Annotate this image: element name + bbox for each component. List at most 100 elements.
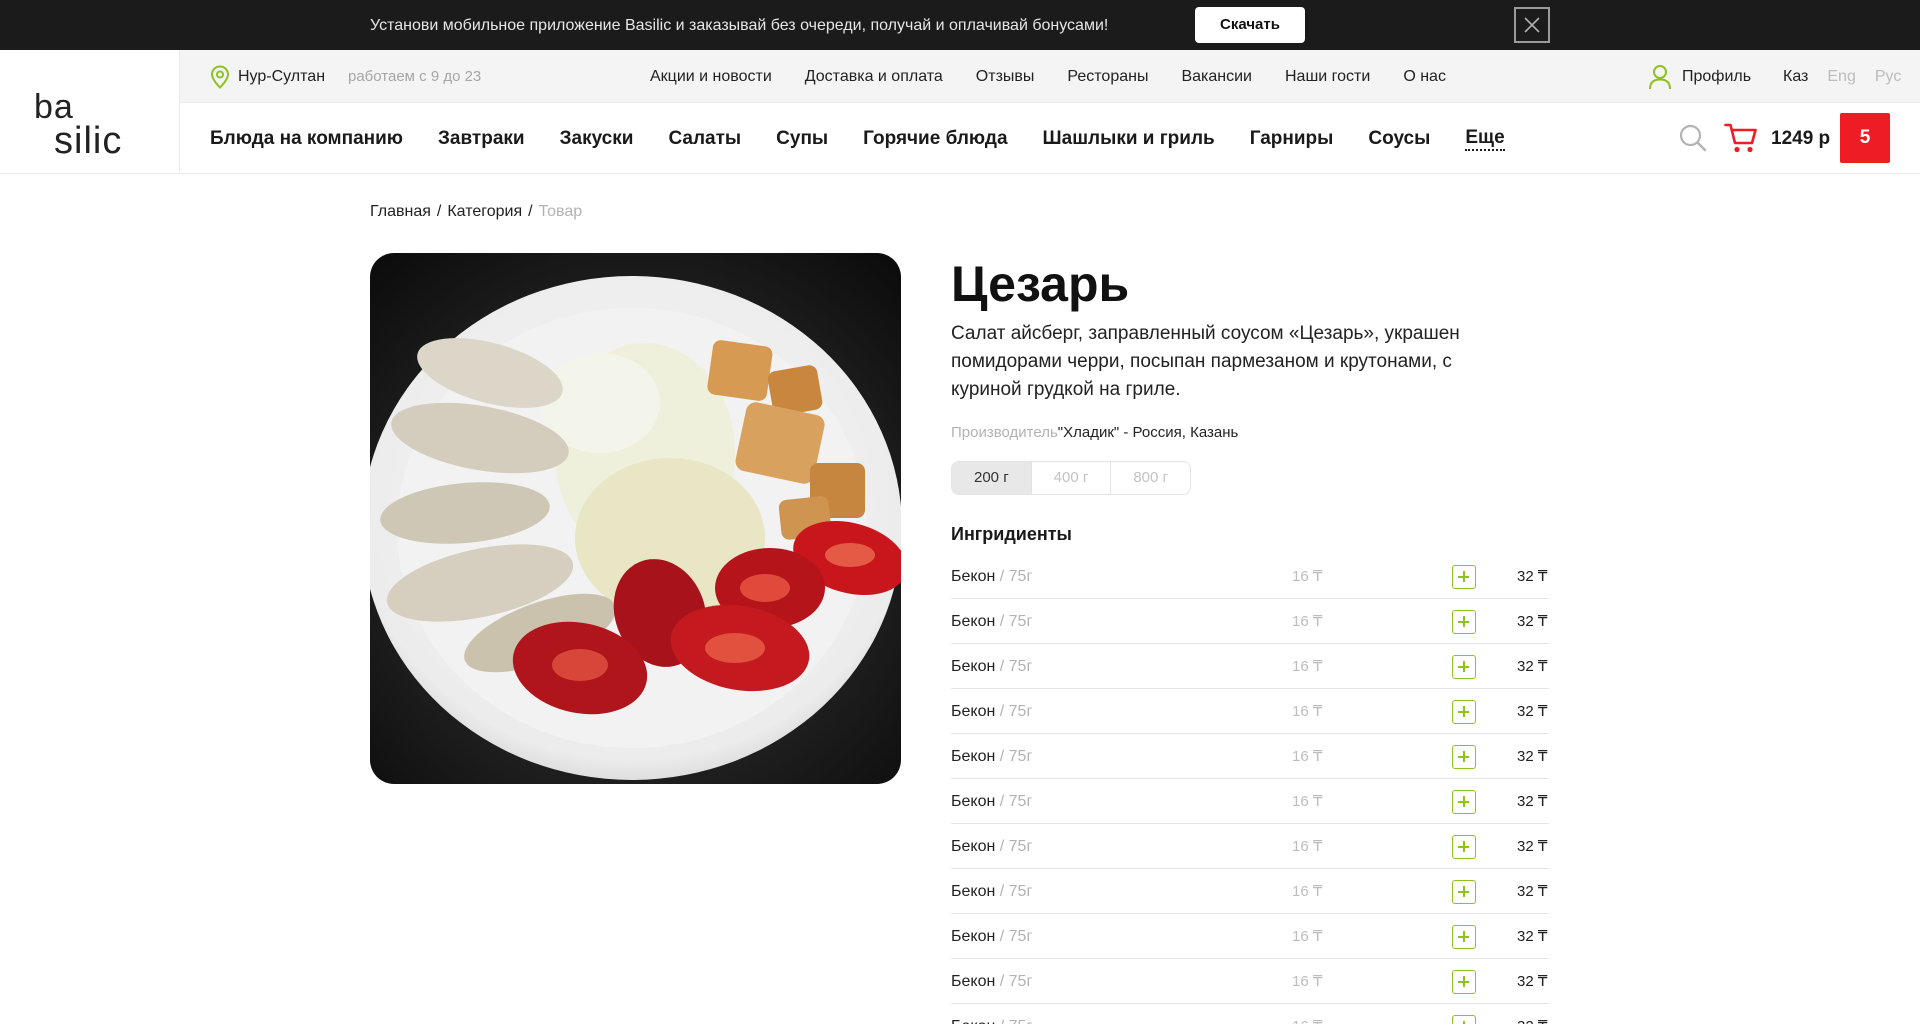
category-snacks[interactable]: Закуски (560, 128, 634, 150)
maker-label: Производитель (951, 424, 1058, 441)
add-ingredient-button[interactable] (1452, 655, 1476, 679)
ingredient-row: Бекон / 75г 16 ₸ 32 ₸ (951, 914, 1549, 959)
profile-link[interactable]: Профиль (1648, 50, 1751, 103)
add-ingredient-button[interactable] (1452, 970, 1476, 994)
ingredient-row: Бекон / 75г 16 ₸ 32 ₸ (951, 779, 1549, 824)
ingredient-row: Бекон / 75г 16 ₸ 32 ₸ (951, 689, 1549, 734)
breadcrumb-category[interactable]: Категория (447, 203, 522, 221)
ingredient-name: Бекон / 75г (951, 644, 1032, 689)
ingredient-unit-price: 16 ₸ (1292, 973, 1323, 990)
ingredient-unit-price: 16 ₸ (1292, 928, 1323, 945)
logo-text-top: ba (34, 88, 74, 126)
ingredient-total-price: 32 ₸ (1517, 793, 1548, 810)
category-salads[interactable]: Салаты (668, 128, 741, 150)
close-icon (1524, 17, 1540, 33)
weight-option-800[interactable]: 800 г (1111, 462, 1190, 494)
download-app-button[interactable]: Скачать (1195, 7, 1305, 43)
product-title: Цезарь (951, 256, 1130, 312)
site-logo[interactable]: ba silic (0, 50, 180, 174)
category-grill[interactable]: Шашлыки и гриль (1043, 128, 1215, 150)
add-ingredient-button[interactable] (1452, 880, 1476, 904)
category-party-dishes[interactable]: Блюда на компанию (210, 128, 403, 150)
ingredient-unit-price: 16 ₸ (1292, 883, 1323, 900)
breadcrumb: Главная / Категория / Товар (370, 203, 582, 221)
category-sauces[interactable]: Соусы (1368, 128, 1430, 150)
profile-label: Профиль (1682, 67, 1752, 85)
ingredient-total-price: 32 ₸ (1517, 1004, 1547, 1024)
add-ingredient-button[interactable] (1452, 835, 1476, 859)
ingredient-label: Бекон (951, 658, 996, 675)
ingredient-total-price: 32 ₸ (1517, 568, 1548, 585)
cart-total[interactable]: 1249 р (1771, 103, 1830, 174)
promo-text: Установи мобильное приложение Basilic и … (370, 17, 1109, 34)
ingredient-name: Бекон / 75г (951, 599, 1032, 644)
nav-link-promotions[interactable]: Акции и новости (650, 68, 772, 86)
ingredient-weight: / 75г (995, 658, 1033, 675)
ingredient-unit-price: 16 ₸ (1292, 613, 1323, 630)
add-ingredient-button[interactable] (1452, 610, 1476, 634)
add-ingredient-button[interactable] (1452, 700, 1476, 724)
product-photo (370, 253, 901, 784)
add-ingredient-button[interactable] (1452, 565, 1476, 589)
ingredient-total-price: 32 ₸ (1517, 613, 1548, 630)
category-more[interactable]: Еще (1465, 127, 1505, 151)
add-ingredient-button[interactable] (1452, 745, 1476, 769)
cart-button[interactable] (1724, 121, 1758, 160)
add-ingredient-button[interactable] (1452, 1015, 1476, 1024)
ingredient-unit-price: 16 ₸ (1292, 1004, 1322, 1024)
ingredient-label: Бекон (951, 748, 996, 765)
ingredient-label: Бекон (951, 703, 996, 720)
ingredient-weight: / 75г (995, 703, 1033, 720)
weight-option-400[interactable]: 400 г (1032, 462, 1112, 494)
ingredient-total-price: 32 ₸ (1517, 748, 1548, 765)
city-selector[interactable]: Нур-Султан (210, 50, 325, 103)
ingredient-weight: / 75г (995, 568, 1033, 585)
app-promo-banner: Установи мобильное приложение Basilic и … (0, 0, 1920, 50)
nav-link-reviews[interactable]: Отзывы (976, 68, 1035, 86)
breadcrumb-home[interactable]: Главная (370, 203, 431, 221)
ingredient-weight: / 75г (995, 973, 1033, 990)
ingredient-label: Бекон (951, 1018, 995, 1024)
ingredient-label: Бекон (951, 613, 996, 630)
nav-link-vacancies[interactable]: Вакансии (1181, 68, 1252, 86)
user-icon (1649, 64, 1671, 89)
maker-value: "Хладик" - Россия, Казань (1057, 424, 1239, 441)
category-breakfasts[interactable]: Завтраки (438, 128, 525, 150)
ingredient-total-price: 32 ₸ (1517, 973, 1548, 990)
category-hot-dishes[interactable]: Горячие блюда (863, 128, 1007, 150)
weight-option-200[interactable]: 200 г (952, 462, 1032, 494)
nav-link-about[interactable]: О нас (1403, 68, 1446, 86)
category-sides[interactable]: Гарниры (1250, 128, 1334, 150)
ingredient-name: Бекон / 75г (951, 869, 1032, 914)
nav-link-delivery[interactable]: Доставка и оплата (805, 68, 943, 86)
ingredient-weight: / 75г (995, 613, 1033, 630)
ingredient-name: Бекон / 75г (951, 959, 1032, 1004)
ingredient-name: Бекон / 75г (951, 824, 1032, 869)
nav-link-guests[interactable]: Наши гости (1285, 68, 1370, 86)
ingredient-total-price: 32 ₸ (1517, 658, 1548, 675)
add-ingredient-button[interactable] (1452, 790, 1476, 814)
top-info-bar: Нур-Султан работаем с 9 до 23 Акции и но… (180, 50, 1920, 103)
logo-text-bottom: silic (54, 120, 123, 162)
ingredient-weight: / 75г (995, 1018, 1033, 1024)
lang-rus[interactable]: Рус (1875, 68, 1902, 86)
lang-eng[interactable]: Eng (1827, 68, 1855, 86)
ingredient-row: Бекон / 75г 16 ₸ 32 ₸ (951, 824, 1549, 869)
nav-link-restaurants[interactable]: Рестораны (1067, 68, 1148, 86)
search-button[interactable] (1678, 123, 1708, 158)
breadcrumb-separator: / (528, 203, 533, 220)
ingredient-name: Бекон / 75г (951, 554, 1032, 599)
add-ingredient-button[interactable] (1452, 925, 1476, 949)
breadcrumb-current: Товар (538, 203, 583, 220)
cart-count-badge[interactable]: 5 (1840, 113, 1890, 163)
lang-kaz[interactable]: Каз (1783, 68, 1808, 86)
ingredient-name: Бекон / 75г (951, 914, 1032, 959)
category-soups[interactable]: Супы (776, 128, 828, 150)
category-bar: Блюда на компанию Завтраки Закуски Салат… (180, 103, 1920, 174)
ingredient-unit-price: 16 ₸ (1292, 748, 1323, 765)
language-switcher: Каз Eng Рус (1783, 50, 1901, 103)
ingredient-total-price: 32 ₸ (1517, 928, 1548, 945)
location-pin-icon (210, 64, 230, 89)
city-name: Нур-Султан (238, 67, 326, 85)
close-banner-button[interactable] (1514, 7, 1550, 43)
